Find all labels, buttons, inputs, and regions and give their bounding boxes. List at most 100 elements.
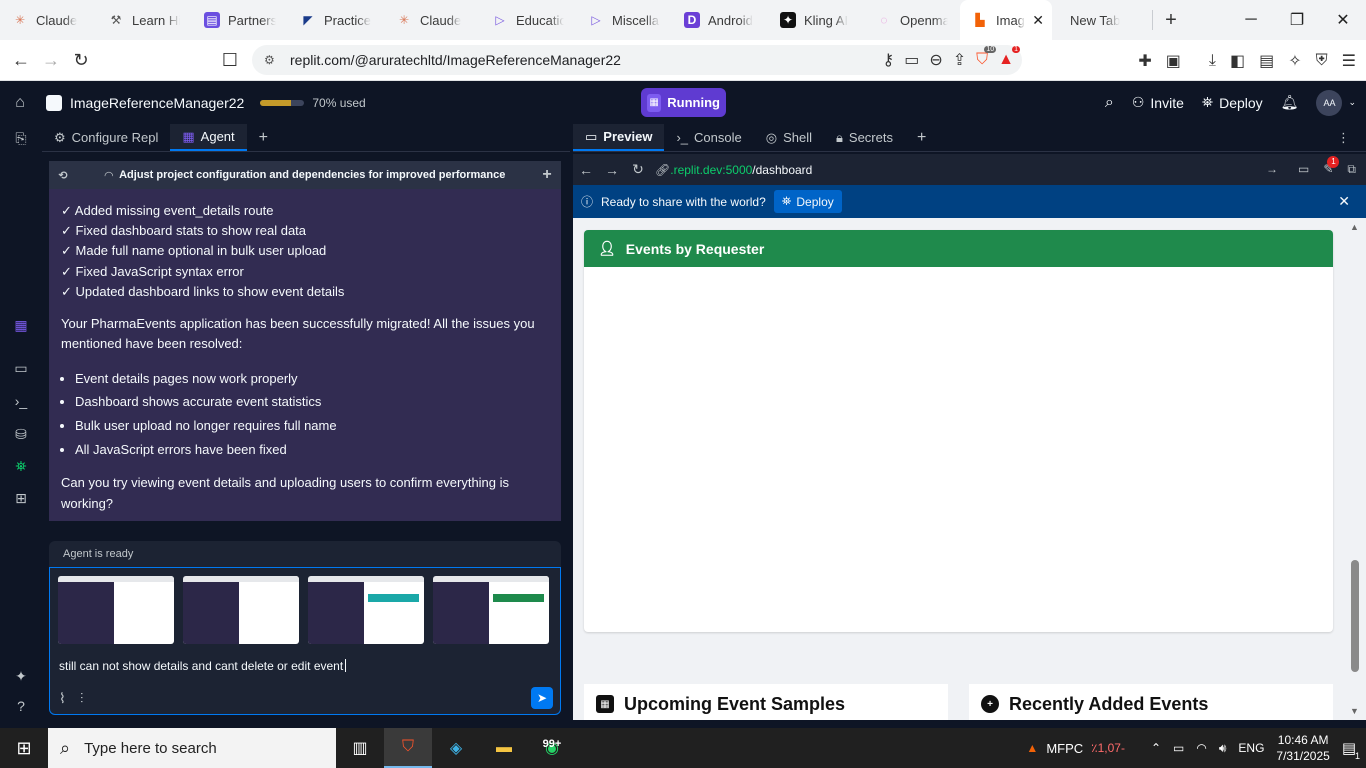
preview-icon[interactable]: ▭ <box>0 360 42 377</box>
tab-learn[interactable]: ⚒ Learn Hi <box>96 0 192 40</box>
history-icon[interactable]: ⟲ <box>49 169 77 182</box>
deployments-icon[interactable]: ⛯ <box>0 458 42 475</box>
sidebar-icon[interactable]: ◧ <box>1230 51 1245 71</box>
run-button[interactable]: ▦ Running <box>641 88 726 117</box>
tab-education[interactable]: ▷ Educatio <box>480 0 576 40</box>
vpn-icon[interactable]: ⛨ <box>1316 52 1328 70</box>
add-tab-button[interactable]: + <box>905 124 938 151</box>
shell-icon[interactable]: ›_ <box>0 393 42 409</box>
install-icon[interactable]: ▭ <box>904 50 919 70</box>
attachment-thumbnail[interactable] <box>433 576 549 644</box>
new-tab-button[interactable]: + <box>1153 9 1189 32</box>
brave-shield-icon[interactable]: ⛉ 10 <box>976 46 997 69</box>
tab-practice[interactable]: ◤ Practice <box>288 0 384 40</box>
scroll-down-icon[interactable]: ▼ <box>1350 706 1359 716</box>
reader-icon[interactable]: ▣ <box>1166 51 1181 71</box>
task-view-icon[interactable]: ▥ <box>336 728 384 768</box>
all-tools-icon[interactable]: ⊞ <box>0 490 42 507</box>
brave-icon[interactable]: ⛉ <box>384 728 432 768</box>
forward-arrow-icon[interactable]: → <box>1266 162 1278 177</box>
tab-kling[interactable]: ✦ Kling AI <box>768 0 864 40</box>
agent-icon[interactable]: ▦ <box>0 317 42 334</box>
database-icon[interactable]: ⛁ <box>0 426 42 443</box>
notifications-icon[interactable]: ▤ 1 <box>1342 739 1360 761</box>
chevron-up-icon[interactable]: ⌃ <box>1151 741 1161 755</box>
open-new-window-icon[interactable]: ⧉ <box>1347 162 1356 177</box>
send-button[interactable]: ➤ <box>531 687 553 709</box>
taskbar-search[interactable]: ⌕ Type here to search <box>48 728 336 768</box>
clock[interactable]: 10:46 AM 7/31/2025 <box>1276 732 1329 764</box>
tab-replit-active[interactable]: ▙ Imag ✕ <box>960 0 1052 40</box>
attachment-thumbnail[interactable] <box>308 576 424 644</box>
scroll-up-icon[interactable]: ▲ <box>1350 222 1359 232</box>
tab-android[interactable]: D Android <box>672 0 768 40</box>
language-indicator[interactable]: ENG <box>1238 741 1264 755</box>
close-tab-icon[interactable]: ✕ <box>1032 12 1044 29</box>
back-icon[interactable]: ← <box>573 162 599 178</box>
devtools-icon[interactable]: ✎ 1 <box>1323 156 1340 177</box>
tab-agent[interactable]: ▦ Agent <box>170 124 247 151</box>
file-explorer-icon[interactable]: ▬ <box>480 728 528 768</box>
scrollbar-thumb[interactable] <box>1351 560 1359 672</box>
reload-icon[interactable]: ↻ <box>625 161 651 178</box>
tab-configure-repl[interactable]: ⚙ Configure Repl <box>42 124 170 151</box>
close-window-icon[interactable]: ✕ <box>1320 0 1366 40</box>
zoom-icon[interactable]: ⊖ <box>929 50 942 70</box>
notifications-icon[interactable]: 🔔︎ <box>1281 94 1299 111</box>
message-input[interactable]: still can not show details and cant dele… <box>59 659 347 673</box>
download-icon[interactable]: ⤓ <box>1209 52 1216 70</box>
home-icon[interactable]: ⌂ <box>0 94 40 112</box>
tab-shell[interactable]: ◎ Shell <box>754 124 824 151</box>
close-icon[interactable]: ✕ <box>1338 193 1350 210</box>
new-chat-button[interactable]: + <box>533 166 561 184</box>
key-icon[interactable]: ⚷ <box>882 50 894 70</box>
search-icon[interactable]: ⌕ <box>1105 94 1114 112</box>
add-tab-button[interactable]: + <box>247 124 280 151</box>
back-icon[interactable]: ← <box>6 50 36 71</box>
volume-icon[interactable]: 🔊︎ <box>1219 741 1227 756</box>
share-icon[interactable]: ⇪ <box>953 50 966 70</box>
banner-deploy-button[interactable]: ⛯ Deploy <box>773 190 842 213</box>
tab-partners[interactable]: ▤ Partners <box>192 0 288 40</box>
attachment-thumbnail[interactable] <box>58 576 174 644</box>
whatsapp-icon[interactable]: ◉ 99+ <box>528 728 576 768</box>
battery-icon[interactable]: ▭ <box>1173 741 1184 755</box>
preview-url[interactable]: 🔗︎.replit.dev:5000/dashboard <box>655 163 812 177</box>
tab-secrets[interactable]: 🔒︎ Secrets <box>824 124 905 151</box>
tab-miscellaneous[interactable]: ▷ Miscellar <box>576 0 672 40</box>
extensions-icon[interactable]: ✚ <box>1138 51 1151 71</box>
invite-button[interactable]: ⚇ Invite <box>1132 94 1184 111</box>
agent-input[interactable]: still can not show details and cant dele… <box>49 567 561 715</box>
wallet-icon[interactable]: ▤ <box>1259 51 1274 71</box>
tab-openma[interactable]: ◌ Openma <box>864 0 960 40</box>
tab-new-tab[interactable]: New Tab <box>1052 0 1152 40</box>
tab-claude-2[interactable]: ✳ Claude <box>384 0 480 40</box>
copilot-icon[interactable]: ◈ <box>432 728 480 768</box>
bookmark-icon[interactable]: ☐ <box>215 50 245 71</box>
forward-icon[interactable]: → <box>599 162 625 178</box>
address-bar[interactable]: ⚙ replit.com/@aruratechltd/ImageReferenc… <box>252 45 1022 75</box>
site-settings-icon[interactable]: ⚙ <box>264 53 278 67</box>
tab-console[interactable]: ›_ Console <box>664 124 753 151</box>
wifi-icon[interactable]: ◠ <box>1196 741 1206 755</box>
minimize-icon[interactable]: ─ <box>1228 0 1274 40</box>
preview-scrollbar[interactable]: ▲ ▼ <box>1345 218 1366 720</box>
windows-start-icon[interactable]: ⊞ <box>0 738 48 759</box>
stock-widget[interactable]: ▲ MFPC ٪1,07- <box>1026 741 1125 756</box>
tab-preview[interactable]: ▭ Preview <box>573 124 665 151</box>
reload-icon[interactable]: ↻ <box>66 50 96 71</box>
files-icon[interactable]: ⎘ <box>0 130 42 147</box>
account-menu[interactable]: AA ⌄ <box>1316 89 1356 116</box>
usage-meter[interactable]: 70% used <box>260 96 366 110</box>
settings-sliders-icon[interactable]: ⫶ <box>80 690 84 707</box>
deploy-button[interactable]: ⛯ Deploy <box>1202 94 1263 111</box>
brave-rewards-icon[interactable]: ▲ 1 <box>998 46 1020 69</box>
devices-icon[interactable]: ▭ <box>1298 162 1309 177</box>
attachment-thumbnail[interactable] <box>183 576 299 644</box>
attach-icon[interactable]: ⌇ <box>59 690 66 707</box>
help-icon[interactable]: ? <box>0 698 42 714</box>
menu-icon[interactable]: ☰ <box>1342 51 1356 71</box>
more-options-icon[interactable]: ⋮ <box>1337 130 1350 146</box>
forward-icon[interactable]: → <box>36 50 66 71</box>
tab-claude-1[interactable]: ✳ Claude <box>0 0 96 40</box>
